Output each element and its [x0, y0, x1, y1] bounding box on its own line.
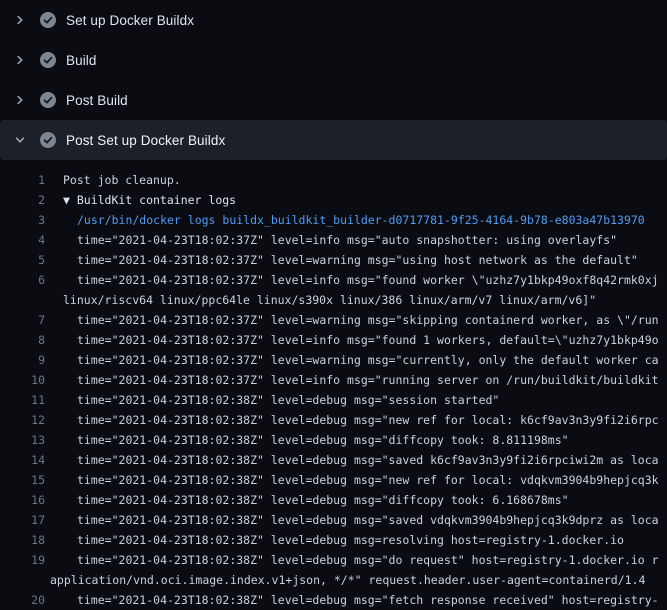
section-title: Build	[66, 53, 97, 68]
log-line: 7 time="2021-04-23T18:02:37Z" level=warn…	[0, 310, 667, 330]
check-circle-icon	[40, 132, 56, 148]
line-number[interactable]: 9	[0, 350, 45, 370]
log-line: 16 time="2021-04-23T18:02:38Z" level=deb…	[0, 490, 667, 510]
log-line: 17 time="2021-04-23T18:02:38Z" level=deb…	[0, 510, 667, 530]
log-line[interactable]: 2 ▼ BuildKit container logs	[0, 190, 667, 210]
log-text: application/vnd.oci.image.index.v1+json,…	[45, 570, 667, 590]
line-number[interactable]: 3	[0, 210, 45, 230]
chevron-right-icon[interactable]	[12, 12, 28, 28]
log-text: time="2021-04-23T18:02:37Z" level=info m…	[45, 230, 667, 250]
line-number[interactable]: 20	[0, 590, 45, 610]
line-number[interactable]: 18	[0, 530, 45, 550]
log-line: 11 time="2021-04-23T18:02:38Z" level=deb…	[0, 390, 667, 410]
log-text: time="2021-04-23T18:02:38Z" level=debug …	[45, 390, 667, 410]
section-title: Post Build	[66, 93, 128, 108]
log-line: 19 time="2021-04-23T18:02:38Z" level=deb…	[0, 550, 667, 570]
line-number	[0, 570, 45, 590]
log-line: 14 time="2021-04-23T18:02:38Z" level=deb…	[0, 450, 667, 470]
line-number[interactable]: 12	[0, 410, 45, 430]
log-text: time="2021-04-23T18:02:37Z" level=info m…	[45, 330, 667, 350]
line-number[interactable]: 8	[0, 330, 45, 350]
log-text: linux/riscv64 linux/ppc64le linux/s390x …	[45, 290, 667, 310]
line-number[interactable]: 2	[0, 190, 45, 210]
log-text: time="2021-04-23T18:02:37Z" level=warnin…	[45, 310, 667, 330]
log-line: 18 time="2021-04-23T18:02:38Z" level=deb…	[0, 530, 667, 550]
step-log-output: 1 Post job cleanup. 2 ▼ BuildKit contain…	[0, 160, 667, 610]
log-line: 1 Post job cleanup.	[0, 170, 667, 190]
section-row[interactable]: Build	[0, 40, 667, 80]
log-text: time="2021-04-23T18:02:38Z" level=debug …	[45, 470, 667, 490]
log-text: Post job cleanup.	[45, 170, 667, 190]
log-line: application/vnd.oci.image.index.v1+json,…	[0, 570, 667, 590]
log-line: 12 time="2021-04-23T18:02:38Z" level=deb…	[0, 410, 667, 430]
log-line: 3 /usr/bin/docker logs buildx_buildkit_b…	[0, 210, 667, 230]
log-text: time="2021-04-23T18:02:38Z" level=debug …	[45, 450, 667, 470]
line-number[interactable]: 13	[0, 430, 45, 450]
log-text: time="2021-04-23T18:02:38Z" level=debug …	[45, 430, 667, 450]
section-title: Set up Docker Buildx	[66, 13, 194, 28]
log-line: 6 time="2021-04-23T18:02:37Z" level=info…	[0, 270, 667, 290]
log-line: 8 time="2021-04-23T18:02:37Z" level=info…	[0, 330, 667, 350]
line-number[interactable]: 14	[0, 450, 45, 470]
line-number[interactable]: 17	[0, 510, 45, 530]
check-circle-icon	[40, 12, 56, 28]
chevron-down-icon[interactable]	[12, 132, 28, 148]
section-row[interactable]: Set up Docker Buildx	[0, 0, 667, 40]
log-line: 5 time="2021-04-23T18:02:37Z" level=warn…	[0, 250, 667, 270]
line-number[interactable]: 7	[0, 310, 45, 330]
log-line: 9 time="2021-04-23T18:02:37Z" level=warn…	[0, 350, 667, 370]
line-number[interactable]: 1	[0, 170, 45, 190]
log-command-text: /usr/bin/docker logs buildx_buildkit_bui…	[45, 210, 667, 230]
log-text: time="2021-04-23T18:02:37Z" level=warnin…	[45, 250, 667, 270]
chevron-right-icon[interactable]	[12, 92, 28, 108]
line-number	[0, 290, 45, 310]
line-number[interactable]: 4	[0, 230, 45, 250]
job-steps-list: Set up Docker Buildx Build Post Buil	[0, 0, 667, 160]
log-text: time="2021-04-23T18:02:38Z" level=debug …	[45, 410, 667, 430]
line-number[interactable]: 10	[0, 370, 45, 390]
log-line: 20 time="2021-04-23T18:02:38Z" level=deb…	[0, 590, 667, 610]
log-text: time="2021-04-23T18:02:37Z" level=info m…	[45, 370, 667, 390]
section-row[interactable]: Post Set up Docker Buildx	[0, 120, 667, 160]
check-circle-icon	[40, 92, 56, 108]
log-text: time="2021-04-23T18:02:37Z" level=info m…	[45, 270, 667, 290]
log-group-toggle[interactable]: ▼ BuildKit container logs	[45, 190, 667, 210]
log-text: time="2021-04-23T18:02:37Z" level=warnin…	[45, 350, 667, 370]
log-text: time="2021-04-23T18:02:38Z" level=debug …	[45, 530, 667, 550]
log-line: linux/riscv64 linux/ppc64le linux/s390x …	[0, 290, 667, 310]
check-circle-icon	[40, 52, 56, 68]
log-text: time="2021-04-23T18:02:38Z" level=debug …	[45, 510, 667, 530]
log-text: time="2021-04-23T18:02:38Z" level=debug …	[45, 490, 667, 510]
section-title: Post Set up Docker Buildx	[66, 133, 225, 148]
log-line: 13 time="2021-04-23T18:02:38Z" level=deb…	[0, 430, 667, 450]
chevron-right-icon[interactable]	[12, 52, 28, 68]
log-line: 15 time="2021-04-23T18:02:38Z" level=deb…	[0, 470, 667, 490]
line-number[interactable]: 6	[0, 270, 45, 290]
line-number[interactable]: 11	[0, 390, 45, 410]
log-line: 10 time="2021-04-23T18:02:37Z" level=inf…	[0, 370, 667, 390]
line-number[interactable]: 15	[0, 470, 45, 490]
line-number[interactable]: 5	[0, 250, 45, 270]
log-line: 4 time="2021-04-23T18:02:37Z" level=info…	[0, 230, 667, 250]
log-text: time="2021-04-23T18:02:38Z" level=debug …	[45, 550, 667, 570]
log-text: time="2021-04-23T18:02:38Z" level=debug …	[45, 590, 667, 610]
line-number[interactable]: 16	[0, 490, 45, 510]
section-row[interactable]: Post Build	[0, 80, 667, 120]
line-number[interactable]: 19	[0, 550, 45, 570]
